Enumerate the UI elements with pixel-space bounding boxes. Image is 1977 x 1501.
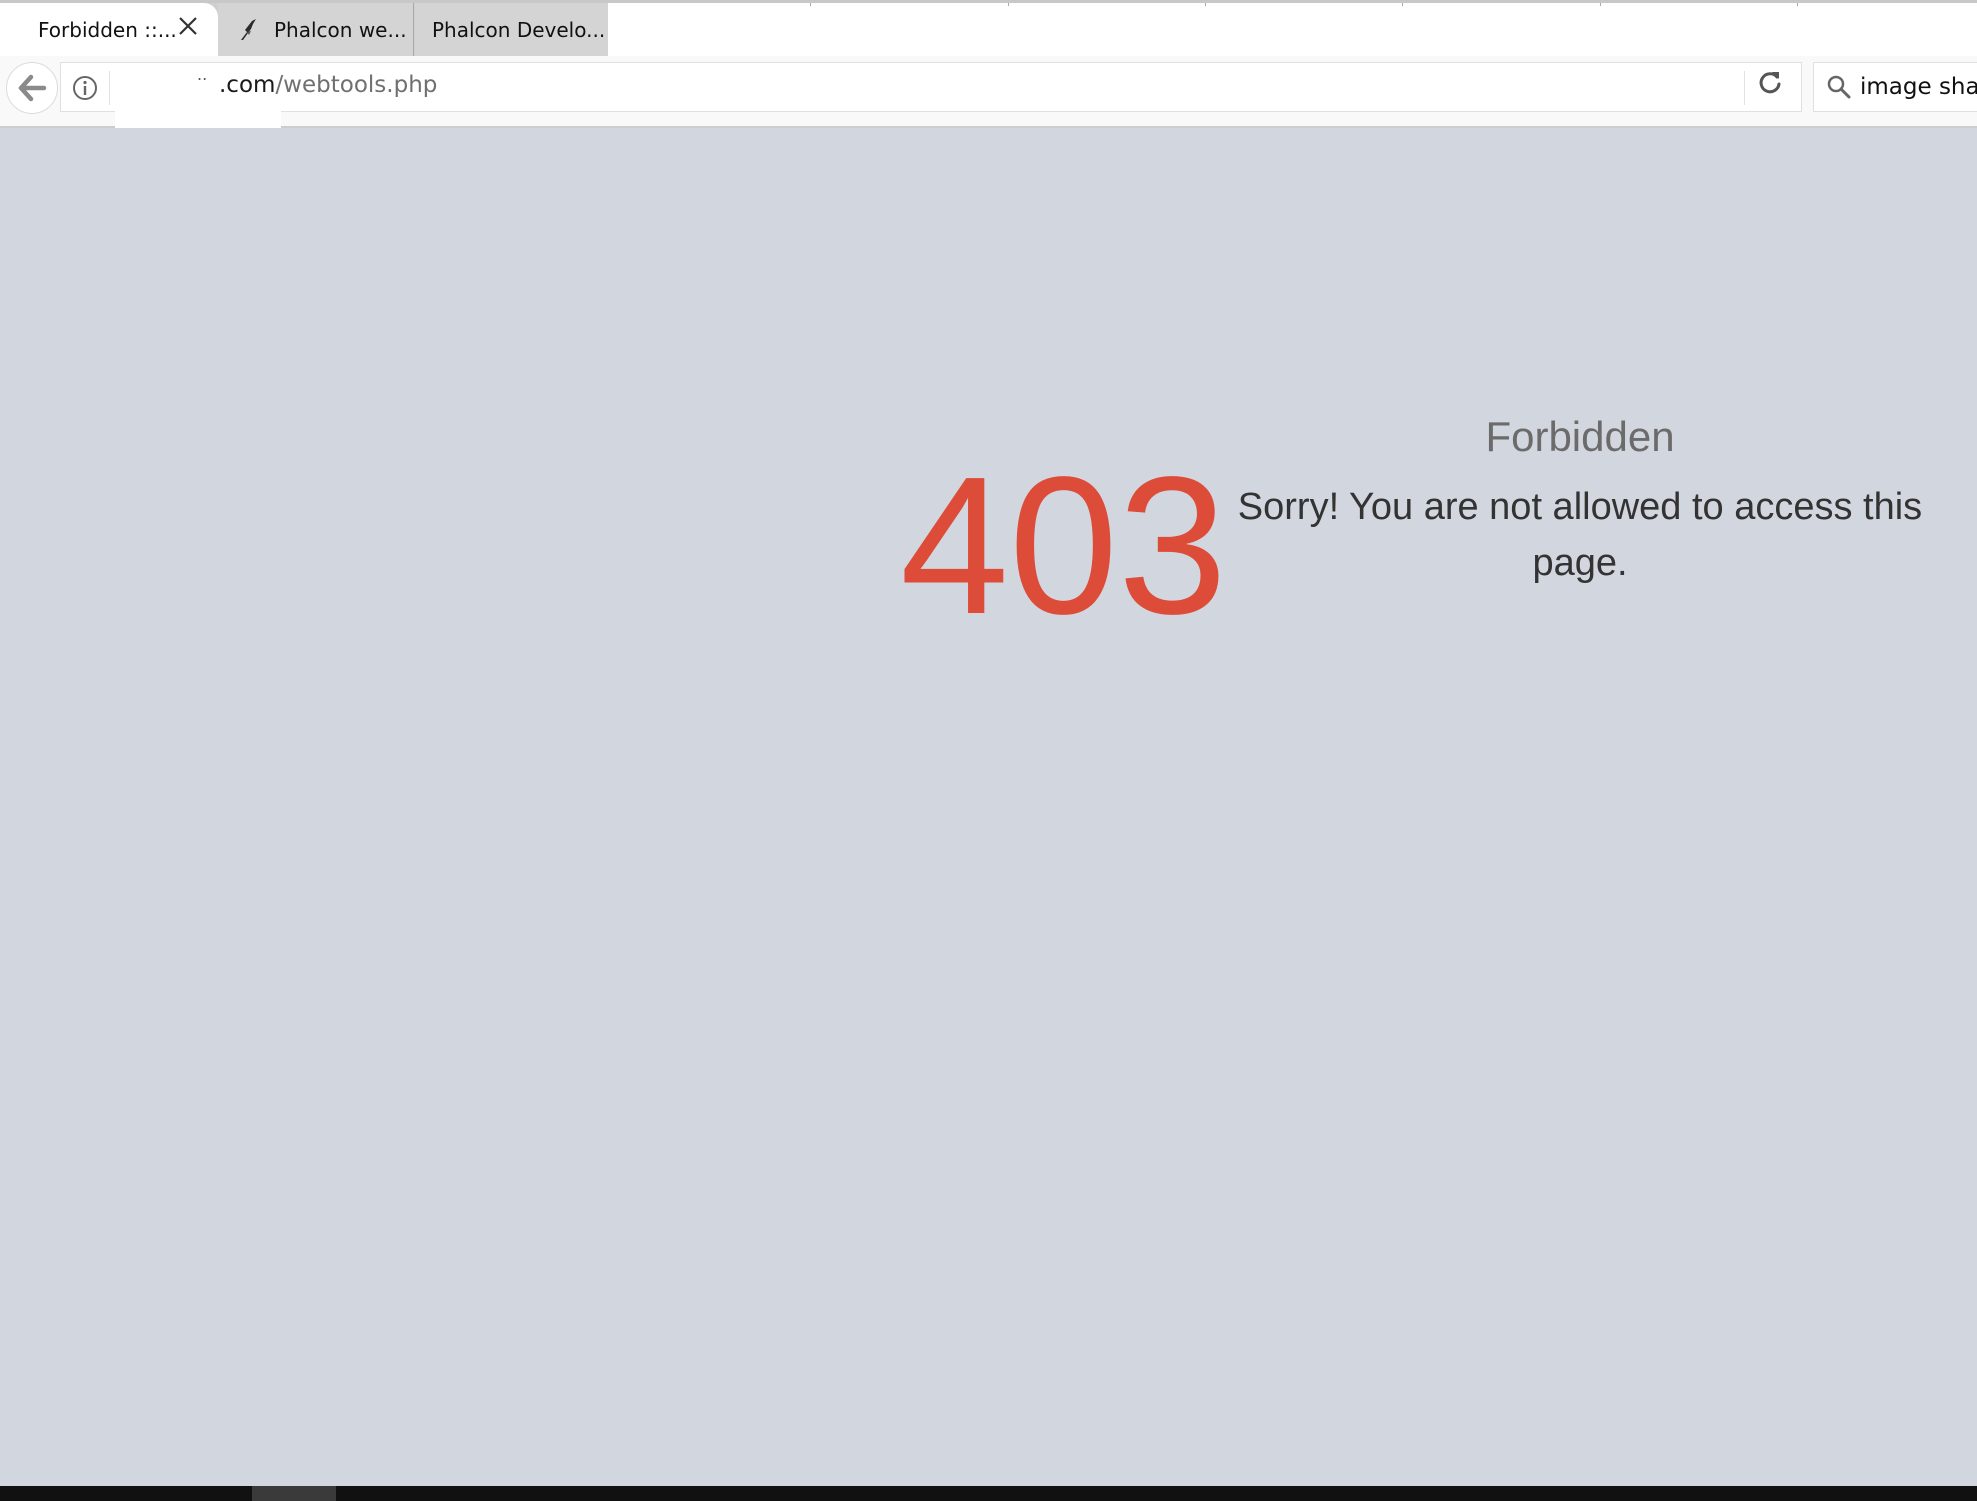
tab-divider [1205, 3, 1206, 6]
close-icon[interactable] [174, 12, 202, 40]
tab-divider [1008, 3, 1009, 6]
tab-title: Phalcon we... [274, 17, 407, 42]
taskbar-thumb[interactable] [252, 1486, 336, 1501]
search-text: image shar [1860, 74, 1977, 100]
error-title: Forbidden [1485, 413, 1675, 460]
url-host: .com [219, 72, 276, 98]
address-bar[interactable]: .. .com/webtools.php [60, 62, 1802, 133]
back-arrow-icon [18, 74, 47, 102]
error-message: Sorry! You are not allowed to access thi… [1237, 486, 1923, 584]
error-content: Forbidden Sorry! You are not allowed to … [1215, 413, 1945, 591]
page-content: 403 Forbidden Sorry! You are not allowed… [0, 128, 1977, 1486]
navigation-bar: .. .com/webtools.php image shar [0, 56, 1977, 133]
phalcon-bird-icon [241, 18, 256, 40]
tab-phalcon-web[interactable]: Phalcon we... [218, 3, 414, 56]
back-button[interactable] [6, 62, 58, 114]
tab-divider [810, 3, 811, 6]
reload-separator [1744, 71, 1745, 105]
search-bar[interactable]: image shar [1813, 62, 1977, 112]
url-dots: .. [197, 65, 208, 84]
tab-title: Forbidden ::... [38, 17, 177, 42]
browser-window: Forbidden ::... Phalcon we... Phalcon De… [0, 0, 1977, 1501]
tab-divider [1600, 3, 1601, 6]
tab-phalcon-developer[interactable]: Phalcon Develo... [415, 3, 608, 56]
tab-title: Phalcon Develo... [432, 17, 606, 42]
tab-divider [1797, 3, 1798, 6]
reload-icon[interactable] [1756, 68, 1784, 96]
search-icon [1827, 75, 1851, 99]
tab-forbidden[interactable]: Forbidden ::... [0, 3, 218, 56]
url-text[interactable]: .com/webtools.php [219, 72, 437, 98]
error-code: 403 [900, 436, 1228, 655]
info-icon[interactable] [71, 74, 99, 102]
tab-strip: Forbidden ::... Phalcon we... Phalcon De… [0, 0, 1977, 56]
tab-divider [1402, 3, 1403, 6]
address-separator [109, 71, 110, 105]
url-path: /webtools.php [275, 72, 438, 98]
